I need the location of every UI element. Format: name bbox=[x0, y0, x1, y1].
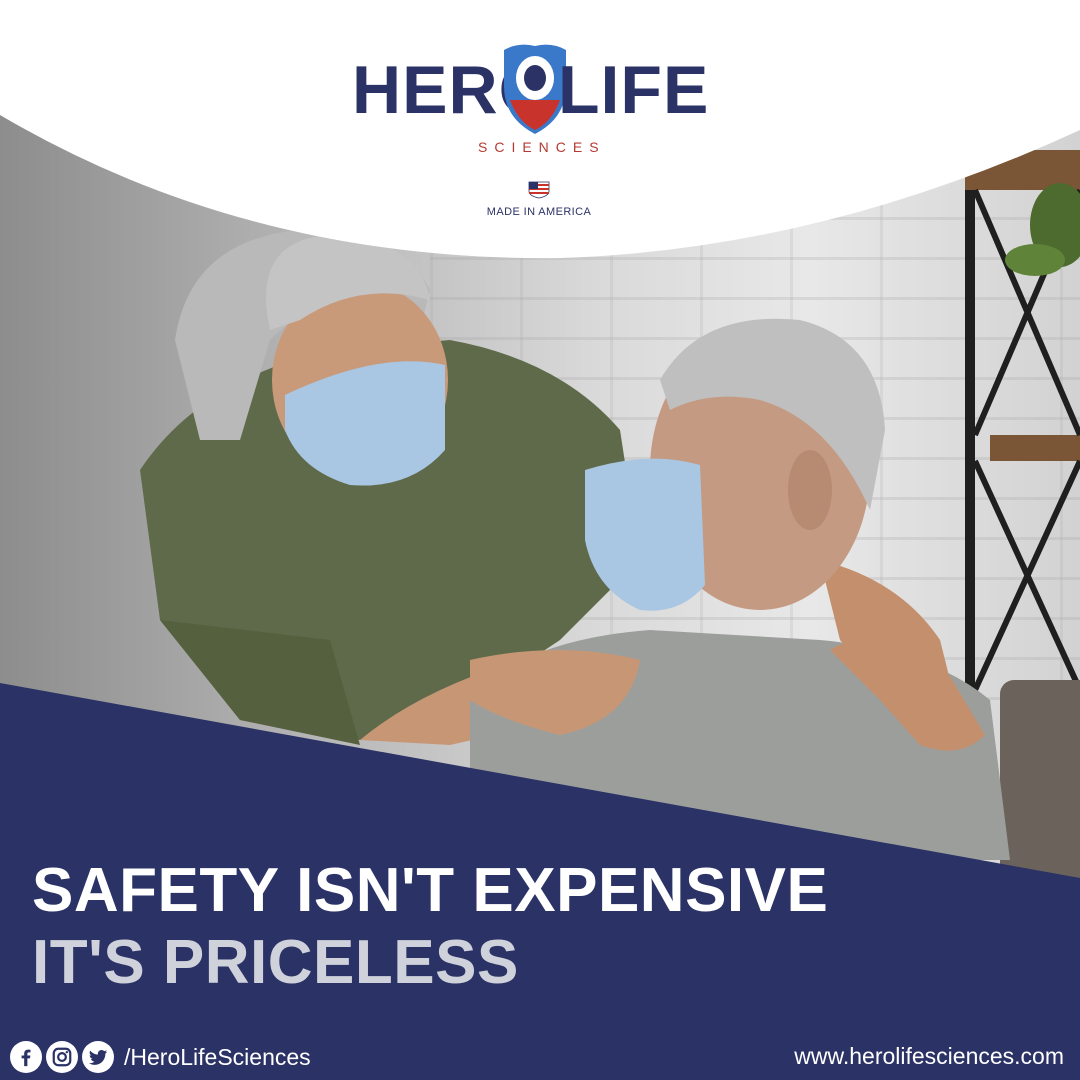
social-links: /HeroLifeSciences bbox=[10, 1040, 311, 1074]
headline-line-1: SAFETY ISN'T EXPENSIVE bbox=[32, 856, 829, 925]
facebook-icon[interactable] bbox=[10, 1041, 42, 1073]
twitter-icon[interactable] bbox=[82, 1041, 114, 1073]
website-link[interactable]: www.herolifesciences.com bbox=[794, 1043, 1064, 1070]
ad-canvas: HERO LIFE SCIENCES MADE IN AMERICA SAFET… bbox=[0, 0, 1080, 1080]
brand-logo: HERO LIFE SCIENCES bbox=[350, 42, 730, 162]
headline: SAFETY ISN'T EXPENSIVE IT'S PRICELESS bbox=[32, 860, 828, 994]
brand-name-right: LIFE bbox=[558, 52, 710, 128]
made-in-america-label: MADE IN AMERICA bbox=[486, 206, 592, 218]
brand-subtitle: SCIENCES bbox=[478, 139, 606, 155]
instagram-icon[interactable] bbox=[46, 1041, 78, 1073]
social-handle[interactable]: /HeroLifeSciences bbox=[124, 1044, 311, 1071]
us-flag-icon bbox=[528, 181, 550, 199]
headline-line-2: IT'S PRICELESS bbox=[32, 928, 519, 997]
